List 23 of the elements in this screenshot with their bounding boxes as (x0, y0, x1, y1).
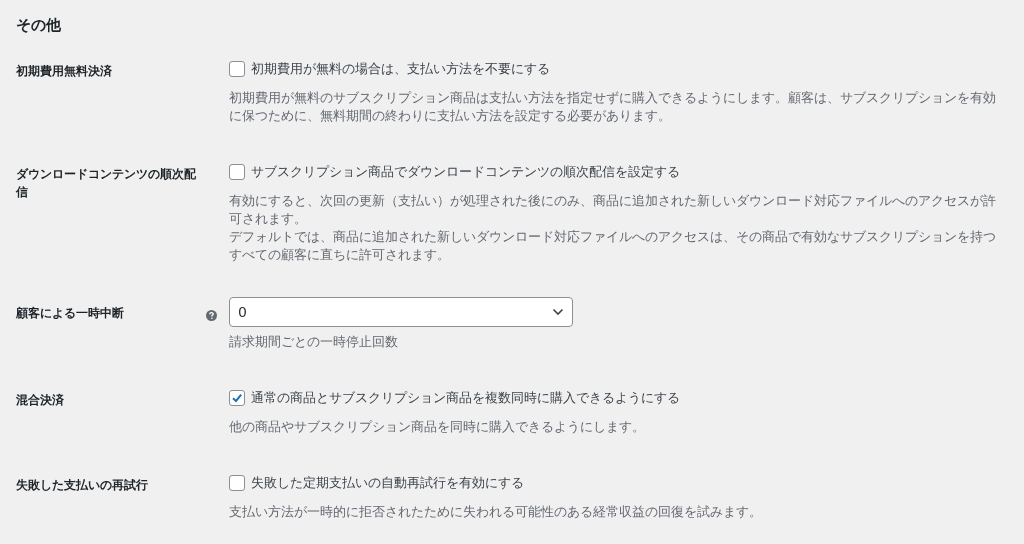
checkbox[interactable] (229, 164, 245, 180)
checkbox[interactable] (229, 390, 245, 406)
checkbox[interactable] (229, 61, 245, 77)
help-icon[interactable] (206, 310, 217, 321)
description-text: 初期費用が無料のサブスクリプション商品は支払い方法を指定せずに購入できるようにします。顧客は、サブスクリプションを有効に保つために、無料期間の終わりに支払い方法を設定する必要があります。 (229, 89, 997, 125)
setting-label: 初期費用無料決済 (16, 63, 113, 80)
description-text: 支払い方法が一時的に拒否されたために失われる可能性のある経常収益の回復を試みます。 (229, 503, 763, 521)
setting-label: 顧客による一時中断 (16, 305, 125, 322)
setting-label: ダウンロードコンテンツの順次配信 (16, 166, 197, 201)
setting-label: 失敗した支払いの再試行 (16, 477, 149, 494)
description-text: 他の商品やサブスクリプション商品を同時に購入できるようにします。 (229, 418, 646, 436)
description-text: 有効にすると、次回の更新（支払い）が処理された後にのみ、商品に追加された新しいダウンロード対応ファイルへのアクセスが許可されます。 (229, 192, 997, 228)
checkbox-label[interactable]: サブスクリプション商品でダウンロードコンテンツの順次配信を設定する (251, 163, 680, 181)
checkbox-label[interactable]: 失敗した定期支払いの自動再試行を有効にする (251, 474, 524, 492)
description-text: 請求期間ごとの一時停止回数 (229, 333, 399, 351)
section-title: その他 (16, 15, 62, 36)
checkbox[interactable] (229, 475, 245, 491)
select-dropdown[interactable]: 0 (229, 297, 573, 327)
checkbox-label[interactable]: 通常の商品とサブスクリプション商品を複数同時に購入できるようにする (251, 389, 680, 407)
description-text: デフォルトでは、商品に追加された新しいダウンロード対応ファイルへのアクセスは、その商品で有効なサブスクリプションを持つすべての顧客に直ちに許可されます。 (229, 228, 997, 264)
setting-label: 混合決済 (16, 392, 65, 409)
checkbox-label[interactable]: 初期費用が無料の場合は、支払い方法を不要にする (251, 60, 550, 78)
chevron-down-icon (552, 308, 564, 316)
